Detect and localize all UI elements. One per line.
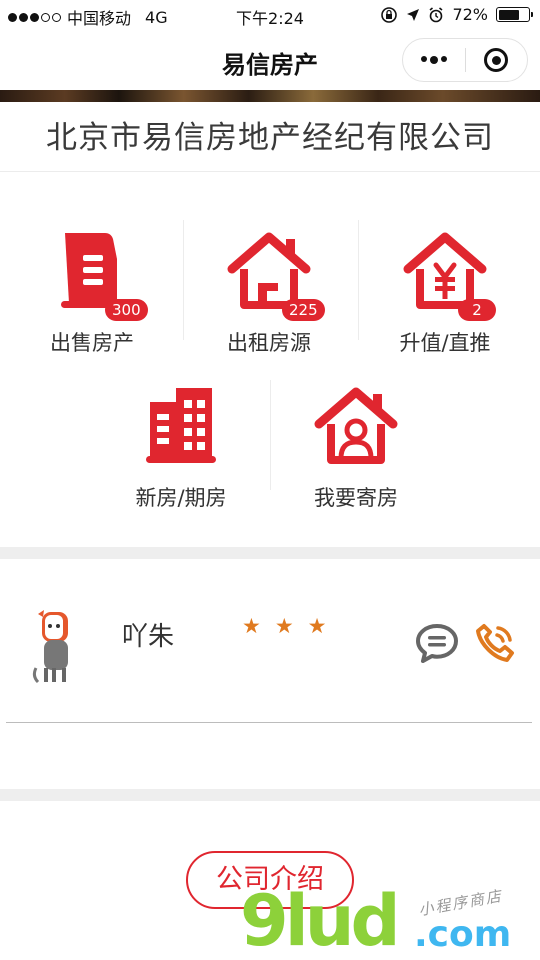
menu-item-rent[interactable]: 225 出租房源 bbox=[194, 225, 344, 365]
location-arrow-icon bbox=[407, 8, 420, 21]
apartment-icon bbox=[146, 388, 216, 463]
star-icon: ★ bbox=[242, 614, 261, 638]
watermark-tagline: 小程序商店 bbox=[417, 886, 505, 920]
grid-divider bbox=[183, 220, 184, 340]
divider bbox=[0, 171, 540, 172]
call-button[interactable] bbox=[472, 620, 518, 666]
menu-item-list-home[interactable]: 我要寄房 bbox=[281, 380, 431, 520]
person-house-icon bbox=[314, 387, 398, 464]
star-icon: ★ bbox=[307, 614, 327, 638]
menu-label: 升值/直推 bbox=[399, 331, 491, 355]
menu-item-sale[interactable]: 300 出售房产 bbox=[17, 225, 167, 365]
company-name: 北京市易信房地产经纪有限公司 bbox=[46, 120, 494, 156]
avatar bbox=[32, 610, 68, 684]
grid-divider bbox=[358, 220, 359, 340]
battery-percent: 72% bbox=[452, 5, 488, 24]
status-bar: 中国移动 4G 下午2:24 72% bbox=[0, 0, 540, 30]
more-dots-icon bbox=[420, 56, 447, 64]
message-button[interactable] bbox=[414, 620, 460, 666]
status-right: 72% bbox=[380, 5, 533, 24]
banner-image-strip bbox=[0, 90, 540, 102]
nav-bar: 易信房产 bbox=[0, 30, 540, 90]
agent-rating: ★ ★ ★ bbox=[242, 614, 326, 638]
star-icon: ★ bbox=[274, 614, 294, 638]
count-badge: 2 bbox=[458, 299, 496, 321]
close-miniprogram-button[interactable] bbox=[466, 39, 528, 81]
menu-icon-wrap bbox=[136, 380, 226, 470]
menu-label: 新房/期房 bbox=[135, 486, 227, 510]
miniprogram-capsule bbox=[402, 38, 528, 82]
menu-item-appreciation[interactable]: 2 升值/直推 bbox=[370, 225, 520, 365]
count-badge: 225 bbox=[282, 299, 325, 321]
menu-item-new-home[interactable]: 新房/期房 bbox=[106, 380, 256, 520]
more-button[interactable] bbox=[403, 39, 465, 81]
agent-card[interactable]: 吖朱 ★ ★ ★ bbox=[0, 590, 540, 700]
menu-icon-wrap bbox=[311, 380, 401, 470]
section-gap bbox=[0, 547, 540, 559]
menu-label: 我要寄房 bbox=[314, 486, 398, 510]
close-target-icon bbox=[484, 48, 509, 72]
menu-icon-wrap: 300 bbox=[47, 225, 148, 321]
rotation-lock-icon bbox=[381, 6, 398, 23]
count-badge: 300 bbox=[105, 299, 148, 321]
battery-icon bbox=[496, 7, 533, 22]
menu-icon-wrap: 225 bbox=[224, 225, 325, 321]
agent-name: 吖朱 bbox=[122, 622, 175, 652]
section-gap bbox=[0, 789, 540, 801]
menu-icon-wrap: 2 bbox=[400, 225, 496, 321]
company-intro-button[interactable]: 公司介绍 bbox=[186, 851, 354, 909]
watermark-suffix: .com bbox=[414, 914, 512, 955]
phone-icon bbox=[476, 624, 514, 662]
menu-label: 出租房源 bbox=[227, 331, 311, 355]
alarm-clock-icon bbox=[429, 6, 443, 22]
chat-bubble-icon bbox=[416, 624, 458, 663]
grid-divider bbox=[270, 380, 271, 490]
menu-label: 出售房产 bbox=[50, 331, 134, 355]
divider bbox=[6, 722, 532, 723]
